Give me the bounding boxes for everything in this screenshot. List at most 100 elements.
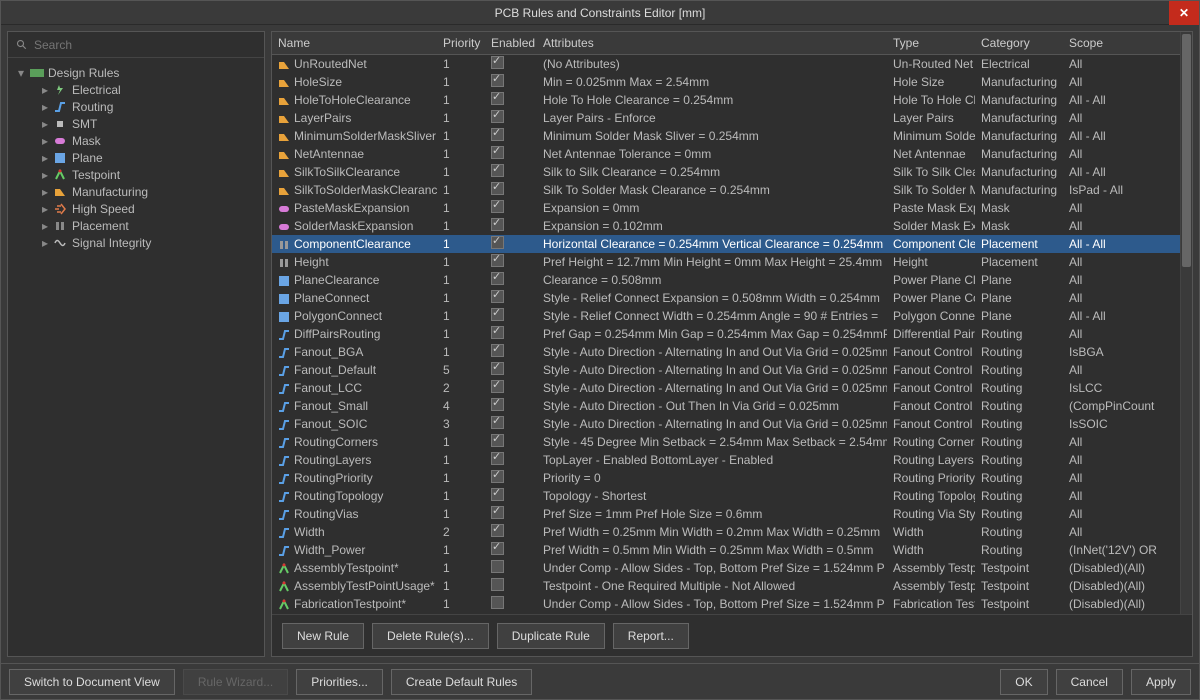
rule-row[interactable]: RoutingTopology1Topology - ShortestRouti… xyxy=(272,487,1180,505)
cell-enabled[interactable] xyxy=(485,163,537,181)
rule-row[interactable]: NetAntennae1Net Antennae Tolerance = 0mm… xyxy=(272,145,1180,163)
cell-enabled[interactable] xyxy=(485,199,537,217)
column-header-attributes[interactable]: Attributes xyxy=(537,32,887,55)
cell-enabled[interactable] xyxy=(485,127,537,145)
grid-scrollbar[interactable] xyxy=(1180,32,1192,614)
enabled-checkbox[interactable] xyxy=(491,236,504,249)
enabled-checkbox[interactable] xyxy=(491,308,504,321)
report-button[interactable]: Report... xyxy=(613,623,689,649)
duplicate-rule-button[interactable]: Duplicate Rule xyxy=(497,623,605,649)
enabled-checkbox[interactable] xyxy=(491,578,504,591)
enabled-checkbox[interactable] xyxy=(491,398,504,411)
tree-item-electrical[interactable]: ▸Electrical xyxy=(12,81,260,98)
priorities-button[interactable]: Priorities... xyxy=(296,669,383,695)
cell-enabled[interactable] xyxy=(485,505,537,523)
rule-row[interactable]: HoleSize1Min = 0.025mm Max = 2.54mmHole … xyxy=(272,73,1180,91)
apply-button[interactable]: Apply xyxy=(1131,669,1191,695)
enabled-checkbox[interactable] xyxy=(491,470,504,483)
expand-icon[interactable]: ▸ xyxy=(40,185,50,199)
expand-icon[interactable]: ▸ xyxy=(40,236,50,250)
rule-row[interactable]: ComponentClearance1Horizontal Clearance … xyxy=(272,235,1180,253)
tree-item-smt[interactable]: ▸SMT xyxy=(12,115,260,132)
rules-grid[interactable]: NamePriorityEnabledAttributesTypeCategor… xyxy=(272,32,1180,614)
rule-row[interactable]: Width2Pref Width = 0.25mm Min Width = 0.… xyxy=(272,523,1180,541)
enabled-checkbox[interactable] xyxy=(491,146,504,159)
rule-row[interactable]: PasteMaskExpansion1Expansion = 0mmPaste … xyxy=(272,199,1180,217)
delete-rules-button[interactable]: Delete Rule(s)... xyxy=(372,623,489,649)
rule-row[interactable]: FabricationTestpoint*1Under Comp - Allow… xyxy=(272,595,1180,613)
create-default-rules-button[interactable]: Create Default Rules xyxy=(391,669,532,695)
switch-view-button[interactable]: Switch to Document View xyxy=(9,669,175,695)
enabled-checkbox[interactable] xyxy=(491,452,504,465)
enabled-checkbox[interactable] xyxy=(491,164,504,177)
cell-enabled[interactable] xyxy=(485,253,537,271)
enabled-checkbox[interactable] xyxy=(491,272,504,285)
cell-enabled[interactable] xyxy=(485,379,537,397)
rule-row[interactable]: HoleToHoleClearance1Hole To Hole Clearan… xyxy=(272,91,1180,109)
rule-row[interactable]: RoutingVias1Pref Size = 1mm Pref Hole Si… xyxy=(272,505,1180,523)
cell-enabled[interactable] xyxy=(485,361,537,379)
enabled-checkbox[interactable] xyxy=(491,92,504,105)
rule-row[interactable]: LayerPairs1Layer Pairs - EnforceLayer Pa… xyxy=(272,109,1180,127)
rule-row[interactable]: Fanout_LCC2Style - Auto Direction - Alte… xyxy=(272,379,1180,397)
enabled-checkbox[interactable] xyxy=(491,344,504,357)
enabled-checkbox[interactable] xyxy=(491,290,504,303)
cell-enabled[interactable] xyxy=(485,541,537,559)
rule-row[interactable]: AssemblyTestPointUsage*1Testpoint - One … xyxy=(272,577,1180,595)
expand-icon[interactable]: ▸ xyxy=(40,168,50,182)
enabled-checkbox[interactable] xyxy=(491,326,504,339)
new-rule-button[interactable]: New Rule xyxy=(282,623,364,649)
cell-enabled[interactable] xyxy=(485,109,537,127)
rule-row[interactable]: RoutingPriority1Priority = 0Routing Prio… xyxy=(272,469,1180,487)
cell-enabled[interactable] xyxy=(485,181,537,199)
enabled-checkbox[interactable] xyxy=(491,110,504,123)
enabled-checkbox[interactable] xyxy=(491,362,504,375)
column-header-name[interactable]: Name xyxy=(272,32,437,55)
rule-row[interactable]: UnRoutedNet1(No Attributes)Un-Routed Net… xyxy=(272,55,1180,74)
rule-row[interactable]: Fanout_SOIC3Style - Auto Direction - Alt… xyxy=(272,415,1180,433)
cell-enabled[interactable] xyxy=(485,577,537,595)
enabled-checkbox[interactable] xyxy=(491,434,504,447)
cell-enabled[interactable] xyxy=(485,559,537,577)
rule-row[interactable]: DiffPairsRouting1Pref Gap = 0.254mm Min … xyxy=(272,325,1180,343)
expand-icon[interactable]: ▸ xyxy=(40,202,50,216)
rule-row[interactable]: AssemblyTestpoint*1Under Comp - Allow Si… xyxy=(272,559,1180,577)
tree-item-placement[interactable]: ▸Placement xyxy=(12,217,260,234)
rule-row[interactable]: MinimumSolderMaskSliver1Minimum Solder M… xyxy=(272,127,1180,145)
tree-item-manufacturing[interactable]: ▸Manufacturing xyxy=(12,183,260,200)
cell-enabled[interactable] xyxy=(485,451,537,469)
scrollbar-thumb[interactable] xyxy=(1182,34,1191,267)
cell-enabled[interactable] xyxy=(485,343,537,361)
cell-enabled[interactable] xyxy=(485,307,537,325)
expand-icon[interactable]: ▸ xyxy=(40,151,50,165)
rule-row[interactable]: SolderMaskExpansion1Expansion = 0.102mmS… xyxy=(272,217,1180,235)
enabled-checkbox[interactable] xyxy=(491,416,504,429)
rule-row[interactable]: PlaneConnect1Style - Relief Connect Expa… xyxy=(272,289,1180,307)
rule-row[interactable]: SilkToSolderMaskClearance1Silk To Solder… xyxy=(272,181,1180,199)
rule-row[interactable]: Fanout_Default5Style - Auto Direction - … xyxy=(272,361,1180,379)
rule-row[interactable]: PlaneClearance1Clearance = 0.508mmPower … xyxy=(272,271,1180,289)
search-box[interactable] xyxy=(8,32,264,58)
column-header-enabled[interactable]: Enabled xyxy=(485,32,537,55)
cell-enabled[interactable] xyxy=(485,55,537,74)
rule-row[interactable]: SilkToSilkClearance1Silk to Silk Clearan… xyxy=(272,163,1180,181)
enabled-checkbox[interactable] xyxy=(491,56,504,69)
cell-enabled[interactable] xyxy=(485,325,537,343)
rule-row[interactable]: Fanout_Small4Style - Auto Direction - Ou… xyxy=(272,397,1180,415)
enabled-checkbox[interactable] xyxy=(491,542,504,555)
cell-enabled[interactable] xyxy=(485,145,537,163)
expand-icon[interactable]: ▸ xyxy=(40,219,50,233)
rule-row[interactable]: PolygonConnect1Style - Relief Connect Wi… xyxy=(272,307,1180,325)
cell-enabled[interactable] xyxy=(485,469,537,487)
cell-enabled[interactable] xyxy=(485,523,537,541)
tree-root[interactable]: ▾Design Rules xyxy=(12,64,260,81)
column-header-category[interactable]: Category xyxy=(975,32,1063,55)
search-input[interactable] xyxy=(34,38,256,52)
enabled-checkbox[interactable] xyxy=(491,524,504,537)
expand-icon[interactable]: ▸ xyxy=(40,134,50,148)
window-close-button[interactable]: ✕ xyxy=(1169,1,1199,25)
tree-item-testpoint[interactable]: ▸Testpoint xyxy=(12,166,260,183)
enabled-checkbox[interactable] xyxy=(491,200,504,213)
enabled-checkbox[interactable] xyxy=(491,506,504,519)
enabled-checkbox[interactable] xyxy=(491,488,504,501)
